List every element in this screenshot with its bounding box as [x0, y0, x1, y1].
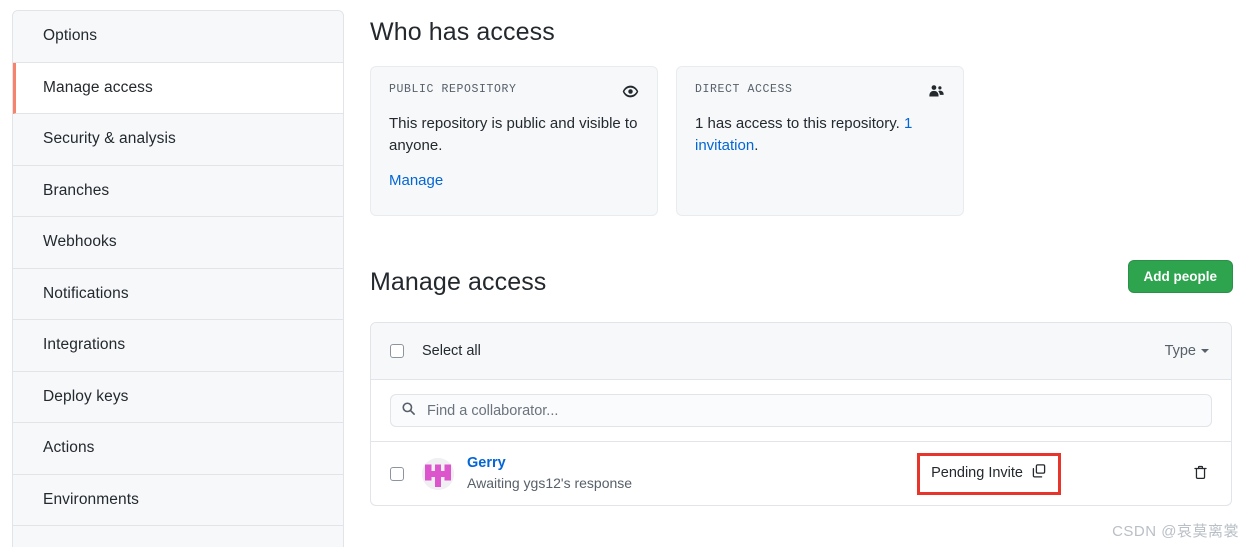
sidebar-item-label: Security & analysis [43, 130, 176, 148]
settings-sidebar: Options Manage access Security & analysi… [12, 10, 344, 547]
card-header: DIRECT ACCESS [695, 83, 945, 100]
pending-invite-button[interactable]: Pending Invite [917, 452, 1061, 495]
select-all-checkbox[interactable] [390, 344, 404, 358]
table-header-row: Select all Type [371, 323, 1231, 380]
direct-access-text-suffix: . [754, 137, 759, 154]
sidebar-item-notifications[interactable]: Notifications [13, 268, 343, 320]
people-icon [928, 83, 945, 100]
sidebar-item-environments[interactable]: Environments [13, 474, 343, 526]
collaborator-identity: Gerry Awaiting ygs12's response [467, 454, 632, 493]
copy-icon [1031, 463, 1047, 484]
sidebar-item-webhooks[interactable]: Webhooks [13, 217, 343, 269]
collaborators-table: Select all Type Find a collaborator... G… [370, 322, 1232, 506]
sidebar-item-integrations[interactable]: Integrations [13, 320, 343, 372]
pending-invite-label: Pending Invite [931, 465, 1023, 481]
sidebar-item-partial[interactable] [13, 526, 343, 547]
table-row: Gerry Awaiting ygs12's response Pending … [371, 442, 1231, 505]
chevron-down-icon [1201, 349, 1209, 353]
row-checkbox[interactable] [390, 466, 404, 481]
search-icon [401, 401, 416, 421]
collaborator-name-link[interactable]: Gerry [467, 454, 632, 473]
card-label: PUBLIC REPOSITORY [389, 83, 517, 96]
sidebar-item-label: Manage access [43, 78, 153, 96]
sidebar-item-label: Integrations [43, 336, 126, 354]
type-filter-label: Type [1164, 343, 1196, 359]
watermark: CSDN @哀莫离裳 [1112, 523, 1239, 540]
sidebar-item-label: Deploy keys [43, 387, 129, 405]
sidebar-item-label: Notifications [43, 284, 129, 302]
sidebar-item-options[interactable]: Options [13, 11, 343, 63]
search-box[interactable] [390, 394, 1212, 427]
add-people-button[interactable]: Add people [1127, 260, 1233, 293]
card-body: 1 has access to this repository. 1 invit… [695, 113, 945, 157]
collaborator-status-subtitle: Awaiting ygs12's response [467, 475, 633, 491]
type-filter-dropdown[interactable]: Type [1165, 343, 1209, 359]
sidebar-item-label: Actions [43, 439, 95, 457]
card-header: PUBLIC REPOSITORY [389, 83, 639, 100]
manage-access-title: Manage access [370, 268, 547, 296]
sidebar-item-branches[interactable]: Branches [13, 165, 343, 217]
sidebar-item-label: Webhooks [43, 233, 117, 251]
search-row [371, 380, 1231, 442]
avatar [422, 457, 454, 490]
sidebar-item-label: Environments [43, 490, 139, 508]
remove-collaborator-button[interactable] [1192, 464, 1209, 481]
settings-page: Options Manage access Security & analysi… [0, 0, 1255, 547]
sidebar-item-security-analysis[interactable]: Security & analysis [13, 114, 343, 166]
who-has-access-title: Who has access [370, 18, 555, 46]
direct-access-text-prefix: 1 has access to this repository. [695, 115, 904, 132]
public-repository-card: PUBLIC REPOSITORY This repository is pub… [370, 66, 658, 216]
sidebar-item-actions[interactable]: Actions [13, 423, 343, 475]
eye-icon [622, 83, 639, 100]
sidebar-item-deploy-keys[interactable]: Deploy keys [13, 371, 343, 423]
sidebar-item-manage-access[interactable]: Manage access [13, 62, 343, 114]
search-input[interactable] [425, 401, 1201, 420]
manage-visibility-link[interactable]: Manage [389, 172, 443, 189]
sidebar-item-label: Options [43, 27, 98, 45]
direct-access-card: DIRECT ACCESS 1 has access to this repos… [676, 66, 964, 216]
card-label: DIRECT ACCESS [695, 83, 793, 96]
sidebar-item-label: Branches [43, 181, 110, 199]
main-content: Who has access PUBLIC REPOSITORY This re… [370, 0, 1255, 547]
select-all-label: Select all [422, 343, 481, 359]
access-summary-cards: PUBLIC REPOSITORY This repository is pub… [370, 66, 964, 216]
card-body: This repository is public and visible to… [389, 115, 638, 154]
